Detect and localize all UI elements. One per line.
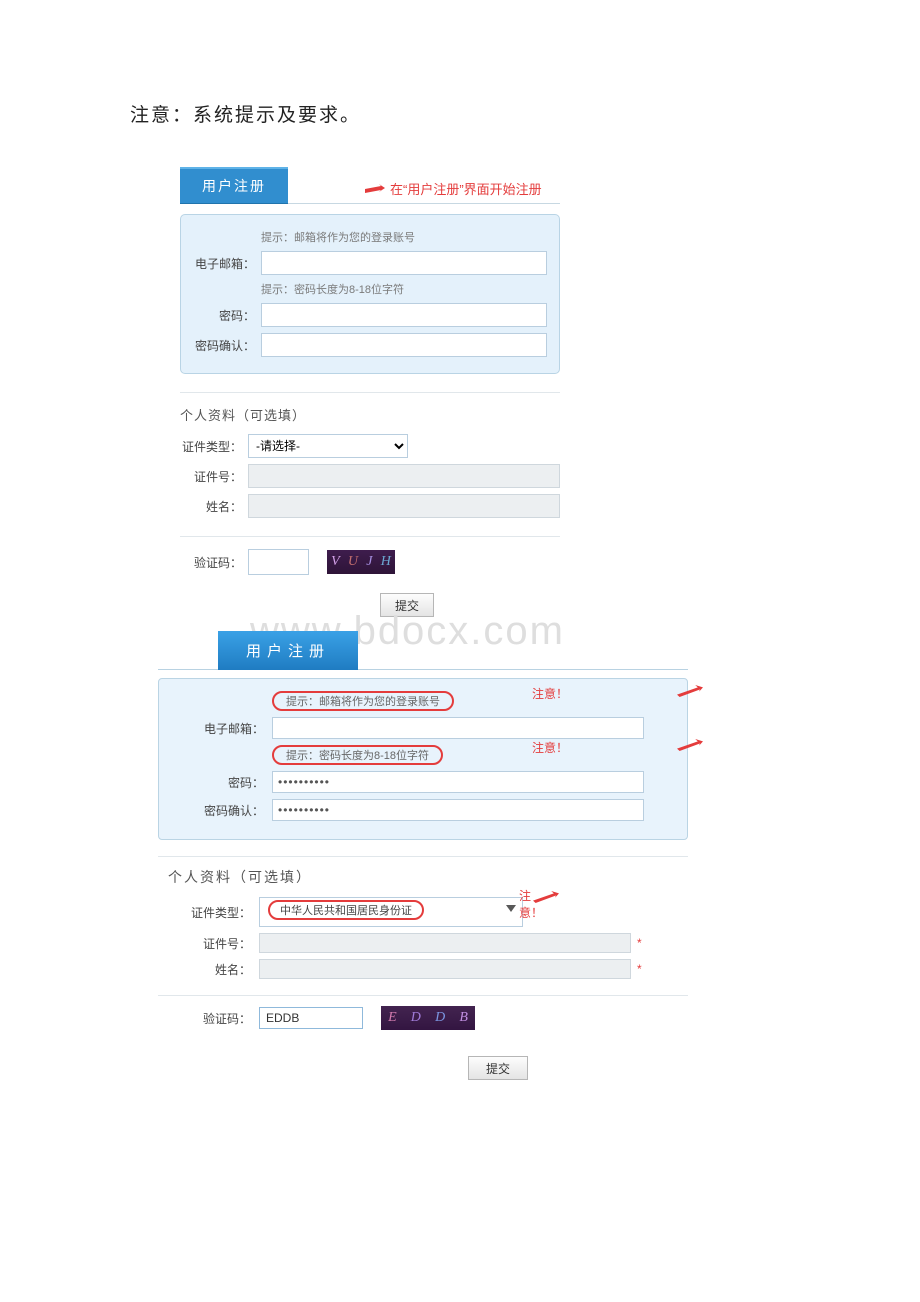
warn-label: 注意！ bbox=[532, 739, 568, 756]
captcha-image[interactable]: E D D B bbox=[381, 1006, 475, 1030]
page-heading: 注意：系统提示及要求。 bbox=[130, 100, 880, 127]
section-personal-info: 个人资料（可选填） bbox=[168, 867, 688, 887]
account-panel: 提示：邮箱将作为您的登录账号 注意！ 电子邮箱： 提示：密码长度为8-18位字符… bbox=[158, 678, 688, 840]
idtype-selected: 中华人民共和国居民身份证 bbox=[268, 900, 424, 920]
label-idno: 证件号： bbox=[158, 935, 259, 952]
email-input[interactable] bbox=[261, 251, 547, 275]
idtype-select[interactable]: -请选择- bbox=[248, 434, 408, 458]
idno-input bbox=[248, 464, 560, 488]
label-idtype: 证件类型： bbox=[180, 438, 248, 455]
arrow-icon bbox=[677, 739, 703, 751]
label-password-confirm: 密码确认： bbox=[171, 802, 272, 819]
label-name: 姓名： bbox=[180, 498, 248, 515]
hint-email-highlighted: 提示：邮箱将作为您的登录账号 bbox=[272, 691, 454, 711]
arrow-icon bbox=[365, 183, 385, 193]
annotation-start-here: 在“用户注册”界面开始注册 bbox=[390, 179, 542, 198]
name-input bbox=[248, 494, 560, 518]
required-star: * bbox=[637, 936, 642, 950]
captcha-image[interactable]: V U J H bbox=[327, 550, 395, 574]
idno-input bbox=[259, 933, 631, 953]
password-confirm-input[interactable] bbox=[272, 799, 644, 821]
label-captcha: 验证码： bbox=[158, 1010, 259, 1027]
password-input[interactable] bbox=[272, 771, 644, 793]
label-email: 电子邮箱： bbox=[171, 720, 272, 737]
arrow-icon bbox=[677, 685, 703, 697]
label-password: 密码： bbox=[171, 774, 272, 791]
tab-register[interactable]: 用户注册 bbox=[180, 167, 288, 204]
hint-password-highlighted: 提示：密码长度为8-18位字符 bbox=[272, 745, 443, 765]
required-star: * bbox=[637, 962, 642, 976]
tab-register[interactable]: 用户注册 bbox=[218, 631, 358, 670]
hint-email: 提示：邮箱将作为您的登录账号 bbox=[261, 229, 547, 245]
label-captcha: 验证码： bbox=[180, 554, 248, 571]
registration-form-filled: 用户注册 提示：邮箱将作为您的登录账号 注意！ 电子邮箱： 提示：密码长度为8-… bbox=[158, 631, 688, 1080]
label-idno: 证件号： bbox=[180, 468, 248, 485]
captcha-input[interactable] bbox=[248, 549, 309, 575]
label-email: 电子邮箱： bbox=[193, 255, 261, 272]
password-input[interactable] bbox=[261, 303, 547, 327]
warn-label: 注意！ bbox=[519, 887, 543, 921]
section-personal-info: 个人资料（可选填） bbox=[180, 405, 560, 424]
idtype-select[interactable]: 中华人民共和国居民身份证 bbox=[259, 897, 523, 927]
name-input bbox=[259, 959, 631, 979]
warn-label: 注意！ bbox=[532, 685, 568, 702]
label-idtype: 证件类型： bbox=[158, 904, 259, 921]
chevron-down-icon bbox=[506, 905, 516, 912]
label-name: 姓名： bbox=[158, 961, 259, 978]
submit-button[interactable]: 提交 bbox=[380, 593, 434, 617]
label-password: 密码： bbox=[193, 307, 261, 324]
hint-password: 提示：密码长度为8-18位字符 bbox=[261, 281, 547, 297]
email-input[interactable] bbox=[272, 717, 644, 739]
account-panel: 提示：邮箱将作为您的登录账号 电子邮箱： 提示：密码长度为8-18位字符 密码：… bbox=[180, 214, 560, 374]
submit-button[interactable]: 提交 bbox=[468, 1056, 528, 1080]
label-password-confirm: 密码确认： bbox=[193, 337, 261, 354]
captcha-input[interactable] bbox=[259, 1007, 363, 1029]
registration-form-blank: 用户注册 在“用户注册”界面开始注册 提示：邮箱将作为您的登录账号 电子邮箱： … bbox=[180, 167, 560, 617]
password-confirm-input[interactable] bbox=[261, 333, 547, 357]
